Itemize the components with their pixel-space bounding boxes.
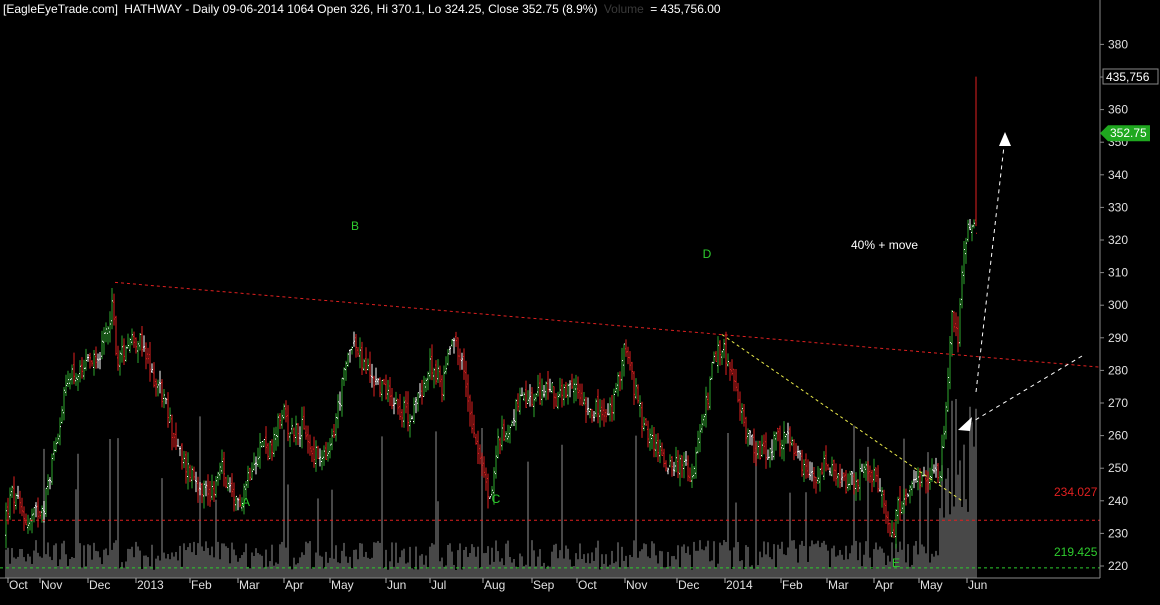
y-tick-label: 220 bbox=[1108, 559, 1128, 573]
x-tick-label: Apr bbox=[875, 578, 894, 592]
x-tick-label: Nov bbox=[41, 578, 62, 592]
price-chart-svg[interactable]: 220 230 240 250 260 270 280 290 300 310 320 330 340 3… bbox=[0, 0, 1160, 605]
y-tick-label: 300 bbox=[1108, 298, 1128, 312]
y-tick-label: 280 bbox=[1108, 363, 1128, 377]
x-tick-label: Feb bbox=[191, 578, 212, 592]
y-tick-label: 290 bbox=[1108, 331, 1128, 345]
x-tick-label: Feb bbox=[782, 578, 803, 592]
volume-tag-label: 435,756 bbox=[1106, 70, 1150, 84]
x-tick-label: Jun bbox=[968, 578, 987, 592]
x-tick-label: 2013 bbox=[137, 578, 164, 592]
y-tick-label: 260 bbox=[1108, 429, 1128, 443]
annotation-text: 40% + move bbox=[851, 238, 918, 252]
x-tick-label: Mar bbox=[239, 578, 260, 592]
x-tick-label: Jun bbox=[387, 578, 406, 592]
pivot-label-a: A bbox=[242, 495, 250, 509]
x-tick-label: Dec bbox=[678, 578, 699, 592]
y-tick-label: 340 bbox=[1108, 168, 1128, 182]
x-tick-label: 2014 bbox=[726, 578, 753, 592]
x-tick-label: Jul bbox=[431, 578, 446, 592]
volume-tag: 435,756 bbox=[1102, 68, 1159, 85]
x-tick-label: May bbox=[331, 578, 354, 592]
x-tick-label: Aug bbox=[484, 578, 505, 592]
y-tick-label: 320 bbox=[1108, 233, 1128, 247]
y-tick-label: 230 bbox=[1108, 526, 1128, 540]
header: [EagleEyeTrade.com] HATHWAY - Daily 09-0… bbox=[3, 2, 721, 16]
volume-label: Volume bbox=[604, 2, 644, 16]
x-tick-label: Oct bbox=[578, 578, 597, 592]
y-tick-label: 250 bbox=[1108, 461, 1128, 475]
volume-value: = 435,756.00 bbox=[650, 2, 721, 16]
y-tick-label: 330 bbox=[1108, 200, 1128, 214]
close-price-label: 352.75 bbox=[1110, 126, 1147, 140]
x-tick-label: Nov bbox=[626, 578, 647, 592]
support-value-red: 234.027 bbox=[1054, 485, 1098, 499]
x-tick-label: Sep bbox=[533, 578, 555, 592]
support-value-green: 219.425 bbox=[1054, 545, 1098, 559]
x-tick-label: Apr bbox=[285, 578, 304, 592]
quote-info: HATHWAY - Daily 09-06-2014 1064 Open 326… bbox=[124, 2, 597, 16]
y-tick-label: 240 bbox=[1108, 494, 1128, 508]
x-tick-label: Mar bbox=[828, 578, 849, 592]
pivot-label-d: D bbox=[703, 247, 712, 261]
site-name: [EagleEyeTrade.com] bbox=[3, 2, 118, 16]
close-price-tag: 352.75 bbox=[1100, 125, 1150, 142]
svg-text:[EagleEyeTrade.com] HATH: [EagleEyeTrade.com] HATHWAY - Daily 09-0… bbox=[3, 2, 721, 16]
pivot-label-e: E bbox=[892, 556, 900, 570]
y-tick-label: 380 bbox=[1108, 37, 1128, 51]
x-tick-label: Dec bbox=[89, 578, 110, 592]
y-tick-label: 310 bbox=[1108, 266, 1128, 280]
pivot-label-c: C bbox=[492, 492, 501, 506]
x-tick-label: Oct bbox=[9, 578, 28, 592]
y-tick-label: 270 bbox=[1108, 396, 1128, 410]
x-tick-label: May bbox=[920, 578, 943, 592]
pivot-label-b: B bbox=[351, 219, 359, 233]
y-tick-label: 360 bbox=[1108, 103, 1128, 117]
